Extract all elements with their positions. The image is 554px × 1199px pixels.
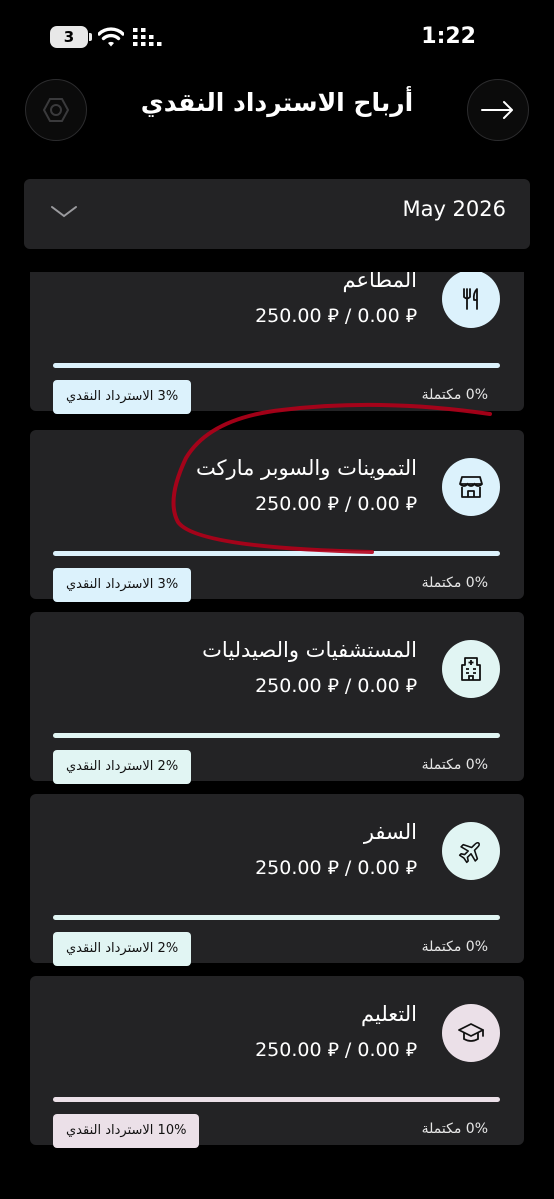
category-icon [442, 1004, 500, 1062]
store-icon [459, 476, 483, 498]
graduation-cap-icon [458, 1023, 484, 1042]
completion-label: 0% مكتملة [421, 939, 488, 955]
category-card[interactable]: المطاعم 250.00 ⃁ / 0.00 ⃁ 0% مكتملة 3% ا… [30, 272, 524, 414]
battery-icon: 3 [50, 26, 92, 48]
progress-bar [53, 733, 500, 738]
arrow-right-icon [481, 101, 513, 119]
category-icon [442, 640, 500, 698]
category-name: التموينات والسوبر ماركت [195, 456, 417, 480]
category-name: المستشفيات والصيدليات [202, 638, 417, 662]
progress-bar [53, 1097, 500, 1102]
page-title: أرباح الاسترداد النقدي [140, 88, 414, 117]
category-name: التعليم [361, 1002, 417, 1026]
month-selector[interactable]: May 2026 [24, 179, 530, 249]
completion-label: 0% مكتملة [421, 1121, 488, 1137]
wifi-icon [98, 27, 124, 47]
hexagon-nut-icon [43, 98, 69, 122]
signal-icon [133, 28, 162, 46]
category-icon [442, 822, 500, 880]
category-name: المطاعم [342, 272, 417, 292]
category-amount: 250.00 ⃁ / 0.00 ⃁ [255, 1039, 417, 1061]
category-amount: 250.00 ⃁ / 0.00 ⃁ [255, 675, 417, 697]
cashback-badge: 3% الاسترداد النقدي [53, 380, 192, 414]
category-amount: 250.00 ⃁ / 0.00 ⃁ [255, 857, 417, 879]
category-amount: 250.00 ⃁ / 0.00 ⃁ [255, 305, 417, 327]
fork-knife-icon [463, 288, 478, 310]
month-label: May 2026 [402, 197, 506, 221]
category-list[interactable]: المطاعم 250.00 ⃁ / 0.00 ⃁ 0% مكتملة 3% ا… [0, 272, 554, 1199]
category-icon [442, 272, 500, 328]
progress-bar [53, 363, 500, 368]
progress-bar [53, 915, 500, 920]
category-card[interactable]: السفر 250.00 ⃁ / 0.00 ⃁ 0% مكتملة 2% الا… [30, 794, 524, 966]
completion-label: 0% مكتملة [421, 757, 488, 773]
forward-button[interactable] [467, 79, 529, 141]
cashback-badge: 3% الاسترداد النقدي [53, 568, 192, 602]
status-bar: 3 1:22 [0, 0, 554, 70]
category-icon [442, 458, 500, 516]
category-amount: 250.00 ⃁ / 0.00 ⃁ [255, 493, 417, 515]
cashback-badge: 2% الاسترداد النقدي [53, 932, 192, 966]
cashback-badge: 2% الاسترداد النقدي [53, 750, 192, 784]
completion-label: 0% مكتملة [421, 387, 488, 403]
settings-button[interactable] [25, 79, 87, 141]
clock: 1:22 [421, 24, 476, 49]
hospital-icon [461, 657, 481, 681]
category-card[interactable]: التموينات والسوبر ماركت 250.00 ⃁ / 0.00 … [30, 430, 524, 602]
cashback-badge: 10% الاسترداد النقدي [53, 1114, 200, 1148]
progress-bar [53, 551, 500, 556]
airplane-icon [458, 841, 481, 864]
category-card[interactable]: التعليم 250.00 ⃁ / 0.00 ⃁ 0% مكتملة 10% … [30, 976, 524, 1148]
completion-label: 0% مكتملة [421, 575, 488, 591]
chevron-down-icon [51, 206, 77, 218]
category-card[interactable]: المستشفيات والصيدليات 250.00 ⃁ / 0.00 ⃁ … [30, 612, 524, 784]
category-name: السفر [363, 820, 417, 844]
